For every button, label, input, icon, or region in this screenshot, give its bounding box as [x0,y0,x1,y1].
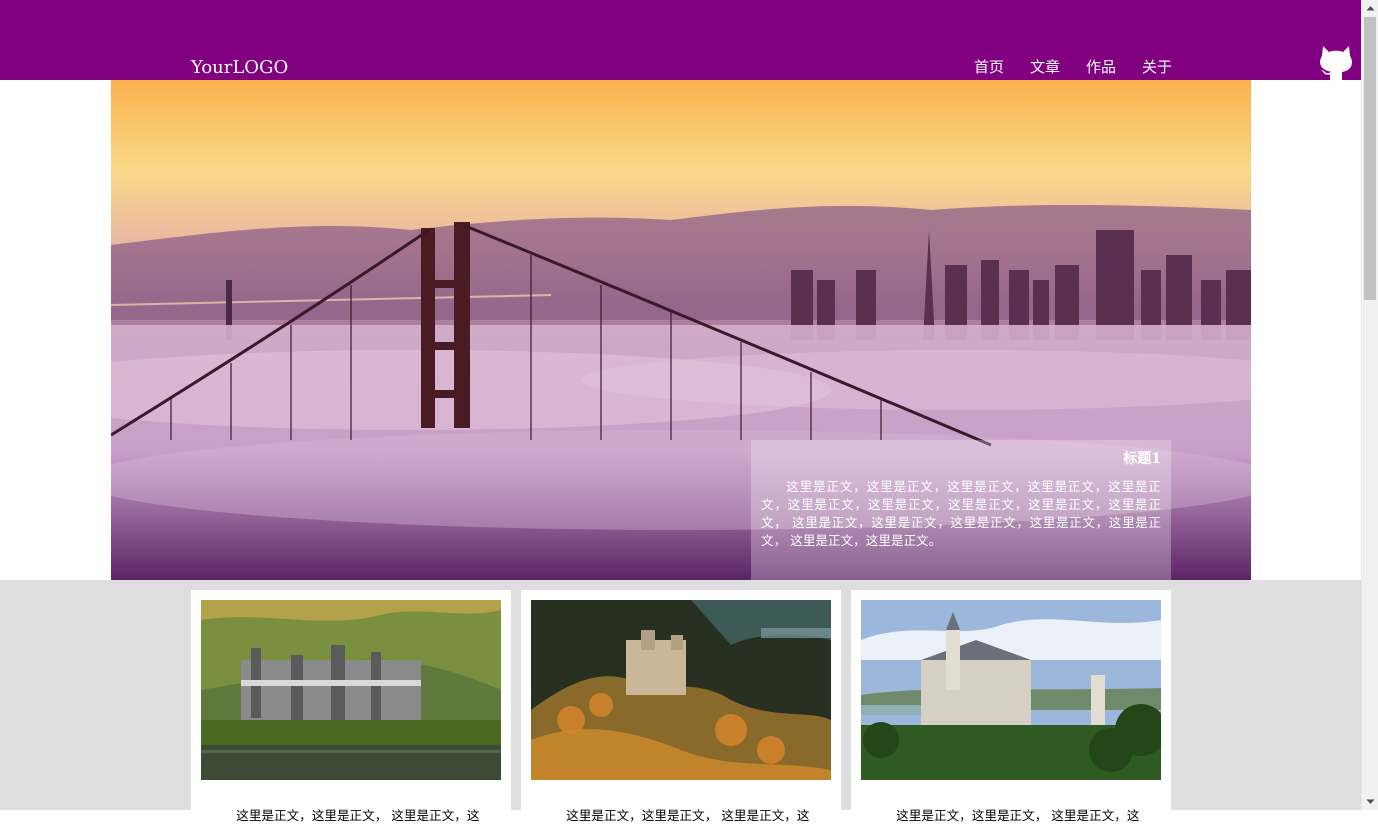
main-nav: 首页 文章 作品 关于 [974,57,1198,77]
nav-item-articles[interactable]: 文章 [1030,57,1086,77]
caption-body: 这里是正文，这里是正文，这里是正文，这里是正文，这里是正文，这里是正文，这里是正… [761,479,1161,548]
cards-section: 这里是正文，这里是正文， 这里是正文，这 这里是正文，这里是正文， 这里是正文，… [0,580,1361,823]
scroll-up-arrow-icon[interactable] [1362,0,1378,17]
scrollbar-thumb[interactable] [1364,17,1376,300]
site-header: YourLOGO 首页 文章 作品 关于 [0,0,1361,80]
card[interactable]: 这里是正文，这里是正文， 这里是正文，这 [521,590,841,823]
card-image-castle-white [861,600,1161,780]
nav-item-home[interactable]: 首页 [974,57,1030,77]
hero-banner: 标题1 这里是正文，这里是正文，这里是正文，这里是正文，这里是正文，这里是正文，… [111,80,1251,580]
site-logo[interactable]: YourLOGO [191,56,288,80]
card-image-castle-lake [201,600,501,780]
card[interactable]: 这里是正文，这里是正文， 这里是正文，这 [191,590,511,823]
nav-item-about[interactable]: 关于 [1142,57,1198,77]
vertical-scrollbar[interactable] [1361,0,1378,810]
scroll-down-arrow-icon[interactable] [1362,793,1378,810]
caption-title: 标题1 [1123,451,1161,467]
nav-item-works[interactable]: 作品 [1086,57,1142,77]
banner-caption: 标题1 这里是正文，这里是正文，这里是正文，这里是正文，这里是正文，这里是正文，… [751,440,1171,580]
card[interactable]: 这里是正文，这里是正文， 这里是正文，这 [851,590,1171,823]
card-image-castle-autumn [531,600,831,780]
github-icon[interactable] [1320,44,1352,80]
